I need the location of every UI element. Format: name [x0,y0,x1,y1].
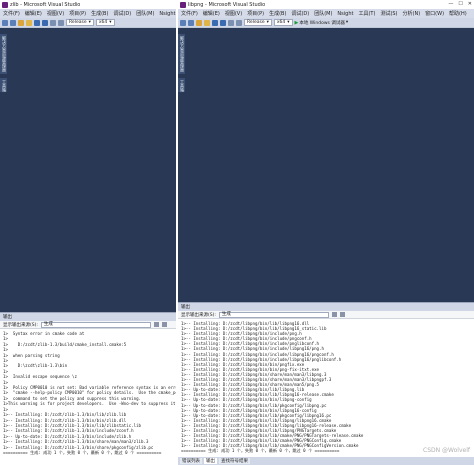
chevron-down-icon: ▾ [266,20,269,25]
chevron-down-icon: ▾ [88,20,91,25]
menu-file[interactable]: 文件(F) [181,10,198,17]
tab-error-list[interactable]: 错误列表 [180,458,202,464]
word-wrap-icon[interactable] [339,312,345,317]
menu-nsight[interactable]: Nsight [159,11,175,17]
tab-output[interactable]: 输出 [204,458,217,464]
solution-explorer-tab[interactable]: 解决方案资源管理器 [0,34,7,74]
debugger-label: 本地 Windows 调试器 [299,20,345,26]
menu-edit[interactable]: 编辑(E) [203,10,220,17]
close-icon[interactable]: ✕ [468,1,472,7]
menu-tools[interactable]: 工具(T) [358,10,375,17]
open-folder-icon[interactable] [204,19,210,26]
menu-build[interactable]: 生成(B) [269,10,286,17]
output-source-label: 显示输出来源(S): [181,312,216,318]
save-all-icon[interactable] [42,19,48,26]
menu-team[interactable]: 团队(M) [314,10,332,17]
menu-bar: 文件(F) 编辑(E) 视图(V) 项目(P) 生成(B) 调试(D) 团队(M… [0,9,176,18]
new-project-icon[interactable] [196,19,202,26]
document-area: 解决方案资源管理器 工具箱 [178,28,474,296]
window-controls: — ☐ ✕ [448,1,472,7]
menu-analyze[interactable]: 分析(N) [403,10,421,17]
window-title: libpng - Microsoft Visual Studio [188,1,266,8]
menu-team[interactable]: 团队(M) [136,10,154,17]
menu-view[interactable]: 视图(V) [47,10,64,17]
output-source-select[interactable]: 生成 [218,311,329,318]
clear-all-icon[interactable] [153,322,159,327]
minimize-icon[interactable]: — [448,1,453,7]
undo-icon[interactable] [228,19,234,26]
platform-dropdown[interactable]: x64 ▾ [273,19,293,26]
back-icon[interactable] [180,19,186,26]
output-panel: 输出 显示输出来源(S): 生成 1>-- Installing: D:/zcd… [178,302,474,465]
solution-explorer-tab[interactable]: 解决方案资源管理器 [178,34,185,74]
menu-build[interactable]: 生成(B) [91,10,108,17]
menu-view[interactable]: 视图(V) [225,10,242,17]
menu-window[interactable]: 窗口(W) [425,10,444,17]
output-text: 1> Syntax error in cmake code at 1> 1> D:/… [0,329,176,457]
output-line: ========== 生成: 成功 1 个，失败 0 个，最新 0 个，跳过 0… [3,449,162,455]
menu-nsight[interactable]: Nsight [337,11,353,17]
menu-test[interactable]: 测试(S) [380,10,397,17]
standard-toolbar: Release ▾ x64 ▾ [0,18,176,28]
output-line: 1>This warning is for project developers… [3,401,176,407]
title-bar: zlib - Microsoft Visual Studio [0,0,176,9]
new-project-icon[interactable] [18,19,24,26]
save-all-icon[interactable] [220,19,226,26]
undo-icon[interactable] [50,19,56,26]
output-line: 1>-- Installing: D:/zcdt/zlib-1.3/bin/sh… [3,439,149,445]
menu-help[interactable]: 帮助(H) [449,10,467,17]
word-wrap-icon[interactable] [161,322,167,327]
menu-project[interactable]: 项目(P) [247,10,264,17]
document-area: 解决方案资源管理器 工具箱 [0,28,176,303]
start-debugging-button[interactable]: ▶ 本地 Windows 调试器 ▾ [295,20,349,26]
forward-icon[interactable] [10,19,16,26]
menu-debug[interactable]: 调试(D) [113,10,131,17]
platform-dropdown[interactable]: x64 ▾ [95,19,115,26]
vs-window-zlib: zlib - Microsoft Visual Studio 文件(F) 编辑(… [0,0,176,465]
chevron-down-icon: ▾ [109,20,112,25]
output-source-label: 显示输出来源(S): [3,322,38,328]
platform-value: x64 [98,20,108,25]
output-panel-title: 输出 [178,303,474,311]
open-folder-icon[interactable] [26,19,32,26]
menu-file[interactable]: 文件(F) [3,10,20,17]
configuration-dropdown[interactable]: Release ▾ [244,19,272,26]
clear-all-icon[interactable] [331,312,337,317]
maximize-icon[interactable]: ☐ [458,1,462,7]
redo-icon[interactable] [236,19,242,26]
output-source-select[interactable]: 生成 [40,321,151,328]
toolbox-tab[interactable]: 工具箱 [0,78,7,92]
chevron-down-icon: ▾ [287,20,290,25]
watermark: CSDN @Wolvelf [423,447,470,454]
menu-project[interactable]: 项目(P) [69,10,86,17]
menu-debug[interactable]: 调试(D) [291,10,309,17]
vs-window-libpng: libpng - Microsoft Visual Studio — ☐ ✕ 文… [178,0,474,465]
chevron-down-icon: ▾ [345,20,349,25]
configuration-dropdown[interactable]: Release ▾ [66,19,94,26]
output-toolbar: 显示输出来源(S): 生成 [0,321,176,329]
toolbox-tab[interactable]: 工具箱 [178,78,185,92]
output-panel: 输出 显示输出来源(S): 生成 1> Syntax error in cmak… [0,312,176,465]
forward-icon[interactable] [188,19,194,26]
configuration-value: Release [69,20,87,25]
visual-studio-icon [180,1,186,8]
menu-edit[interactable]: 编辑(E) [25,10,42,17]
play-icon: ▶ [294,19,299,26]
standard-toolbar: Release ▾ x64 ▾ ▶ 本地 Windows 调试器 ▾ [178,18,474,28]
window-title: zlib - Microsoft Visual Studio [10,1,81,8]
output-panel-title: 输出 [0,313,176,321]
save-icon[interactable] [34,19,40,26]
output-tab-strip: 错误列表 输出 查找符号结果 [178,457,474,465]
save-icon[interactable] [212,19,218,26]
menu-bar: 文件(F) 编辑(E) 视图(V) 项目(P) 生成(B) 调试(D) 团队(M… [178,9,474,18]
tab-find-symbol-results[interactable]: 查找符号结果 [219,458,250,464]
output-toolbar: 显示输出来源(S): 生成 [178,311,474,319]
back-icon[interactable] [2,19,8,26]
redo-icon[interactable] [58,19,64,26]
title-bar: libpng - Microsoft Visual Studio — ☐ ✕ [178,0,474,9]
platform-value: x64 [276,20,286,25]
output-text: 1>-- Installing: D:/zcdt/libpng/bin/lib/… [178,319,474,455]
visual-studio-icon [2,1,8,8]
configuration-value: Release [247,20,265,25]
